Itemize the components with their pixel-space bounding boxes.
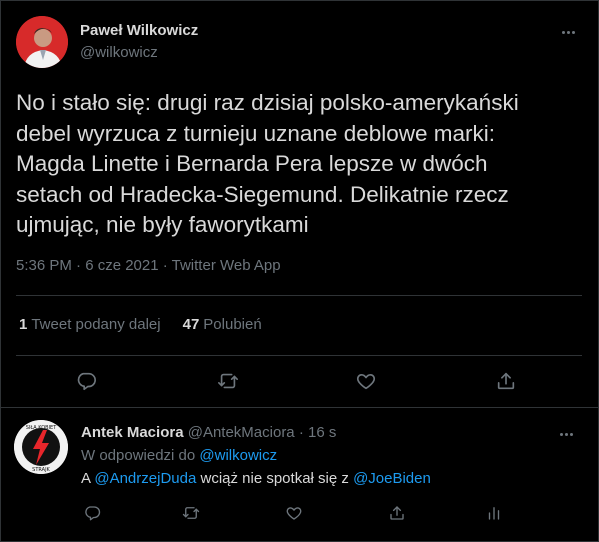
retweet-count: 1 — [19, 316, 28, 333]
reply-time[interactable]: 16 s — [308, 424, 336, 441]
author-handle[interactable]: @wilkowicz — [80, 44, 158, 61]
more-options-icon[interactable] — [558, 22, 578, 42]
analytics-icon — [488, 507, 500, 520]
reply-share-button[interactable] — [386, 502, 408, 524]
share-icon — [390, 506, 404, 520]
like-count: 47 — [182, 316, 200, 333]
replying-to-prefix: W odpowiedzi do — [81, 447, 196, 464]
replying-to: W odpowiedzi do @wilkowicz — [81, 447, 277, 464]
divider — [16, 295, 582, 296]
replying-to-mention[interactable]: @wilkowicz — [199, 447, 277, 464]
reply-text-middle: wciąż nie spotkał się z — [200, 470, 349, 487]
avatar-caption-top: SIŁA KOBIET — [26, 425, 57, 431]
reply-retweet-button[interactable] — [180, 502, 202, 524]
share-button[interactable] — [493, 368, 519, 394]
divider — [0, 407, 599, 408]
retweet-icon — [182, 507, 200, 519]
reply-icon — [77, 372, 96, 391]
reply-author-handle[interactable]: @AntekMaciora — [188, 424, 295, 441]
retweet-icon — [218, 373, 238, 389]
reply-text: A @AndrzejDuda wciąż nie spotkał się z @… — [81, 470, 431, 487]
reply-icon — [85, 506, 101, 521]
like-label: Polubień — [203, 316, 262, 333]
mention-andrzejduda[interactable]: @AndrzejDuda — [94, 470, 196, 487]
author-avatar[interactable] — [16, 16, 68, 68]
heart-icon — [286, 507, 302, 520]
reply-like-button[interactable] — [283, 502, 305, 524]
reply-header: Antek Maciora @AntekMaciora · 16 s — [81, 424, 336, 441]
tweet-text: No i stało się: drugi raz dzisiaj polsko… — [16, 90, 519, 237]
author-name[interactable]: Paweł Wilkowicz — [80, 22, 198, 39]
reply-author-avatar[interactable]: SIŁA KOBIET STRAJK — [14, 420, 68, 474]
reply-reply-button[interactable] — [81, 502, 103, 524]
reply-text-prefix: A — [81, 470, 91, 487]
reply-more-options-icon[interactable] — [556, 424, 576, 444]
tweet-stats: 1 Tweet podany dalej 47 Polubień — [19, 316, 262, 333]
tweet-timestamp[interactable]: 5:36 PM · 6 cze 2021 · Twitter Web App — [16, 257, 281, 274]
share-icon — [497, 372, 515, 390]
reply-analytics-button[interactable] — [483, 502, 505, 524]
retweet-stat[interactable]: 1 Tweet podany dalej — [19, 316, 161, 333]
heart-icon — [356, 373, 376, 390]
retweet-label: Tweet podany dalej — [31, 316, 161, 333]
retweet-button[interactable] — [215, 368, 241, 394]
reply-button[interactable] — [73, 368, 99, 394]
avatar-caption-bottom: STRAJK — [32, 467, 50, 473]
like-button[interactable] — [353, 368, 379, 394]
divider — [16, 355, 582, 356]
mention-joebiden[interactable]: @JoeBiden — [353, 470, 431, 487]
like-stat[interactable]: 47 Polubień — [183, 316, 262, 333]
reply-time-separator: · — [298, 424, 304, 441]
reply-author-name[interactable]: Antek Maciora — [81, 424, 184, 441]
